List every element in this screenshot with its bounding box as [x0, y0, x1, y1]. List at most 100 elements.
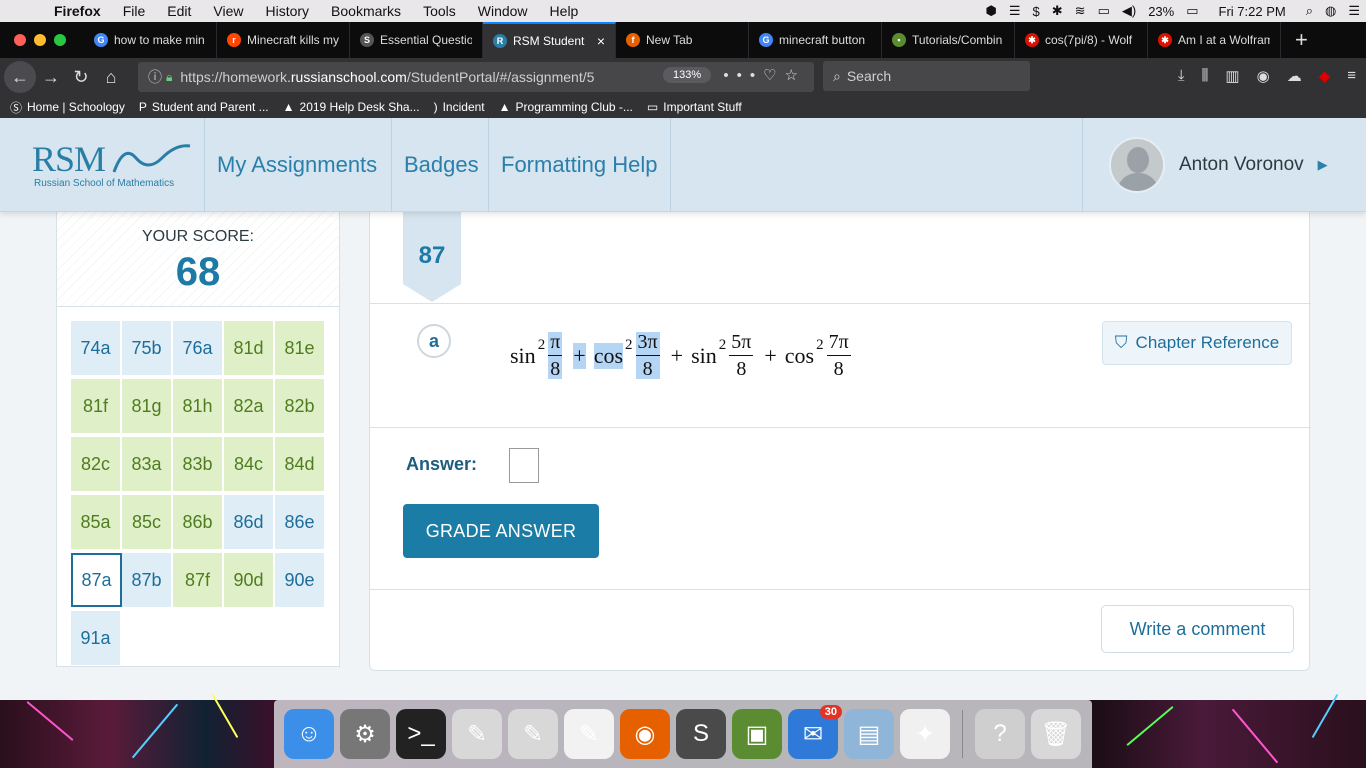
problem-cell-82c[interactable]: 82c [71, 437, 122, 491]
reload-button[interactable]: ↻ [66, 62, 96, 92]
tab-2[interactable]: S Essential Questio [350, 22, 483, 58]
dollar-icon[interactable]: $ [1027, 4, 1046, 19]
menu-bookmarks[interactable]: Bookmarks [320, 3, 412, 19]
dock-app-preview[interactable]: ✎ [452, 709, 502, 759]
pocket-icon[interactable]: ♡ [763, 67, 784, 84]
dock-app-firefox[interactable]: ◉ [620, 709, 670, 759]
page-actions-menu-icon[interactable]: ••• [723, 67, 763, 84]
dock-app-terminal[interactable]: >_ [396, 709, 446, 759]
info-icon[interactable]: ⓘ [148, 67, 162, 87]
problem-cell-81e[interactable]: 81e [275, 321, 326, 375]
new-tab-button[interactable]: + [1281, 27, 1322, 53]
problem-cell-81d[interactable]: 81d [224, 321, 275, 375]
notification-center-icon[interactable]: ☰ [1342, 3, 1366, 19]
extension-icon[interactable]: ☁ [1287, 67, 1302, 85]
search-bar[interactable]: ⌕ Search [823, 61, 1030, 91]
minimize-window-button[interactable] [34, 34, 46, 46]
problem-cell-87b[interactable]: 87b [122, 553, 173, 607]
bookmark-star-icon[interactable]: ☆ [785, 67, 806, 84]
problem-cell-87f[interactable]: 87f [173, 553, 224, 607]
close-window-button[interactable] [14, 34, 26, 46]
siri-icon[interactable]: ◍ [1319, 3, 1342, 19]
drive-icon[interactable]: ☰ [1003, 3, 1027, 19]
rsm-logo[interactable]: RSM Russian School of Mathematics [32, 138, 192, 194]
url-bar[interactable]: ⓘ 🔒︎ https://homework. russianschool.com /… [138, 62, 814, 92]
problem-cell-82b[interactable]: 82b [275, 379, 326, 433]
menu-edit[interactable]: Edit [156, 3, 202, 19]
problem-cell-75b[interactable]: 75b [122, 321, 173, 375]
problem-cell-86e[interactable]: 86e [275, 495, 326, 549]
problem-cell-81h[interactable]: 81h [173, 379, 224, 433]
dock-app-minecraft[interactable]: ▣ [732, 709, 782, 759]
menu-history[interactable]: History [254, 3, 320, 19]
problem-cell-81g[interactable]: 81g [122, 379, 173, 433]
spotlight-icon[interactable]: ⌕ [1300, 3, 1319, 19]
battery-percent[interactable]: 23% [1142, 4, 1180, 19]
home-button[interactable]: ⌂ [96, 62, 126, 92]
dock-app-help[interactable]: ? [975, 709, 1025, 759]
answer-input[interactable] [509, 448, 539, 483]
problem-cell-82a[interactable]: 82a [224, 379, 275, 433]
dock-app-finder[interactable]: ☺ [284, 709, 334, 759]
problem-cell-85a[interactable]: 85a [71, 495, 122, 549]
sidebar-icon[interactable]: ▥ [1225, 67, 1239, 85]
close-tab-icon[interactable]: × [597, 33, 605, 49]
problem-cell-74a[interactable]: 74a [71, 321, 122, 375]
grade-answer-button[interactable]: GRADE ANSWER [403, 504, 599, 558]
menu-window[interactable]: Window [467, 3, 539, 19]
ublock-icon[interactable]: ◆ [1319, 67, 1331, 85]
wifi-icon[interactable]: ≋ [1069, 3, 1092, 19]
chapter-reference-button[interactable]: ⛉ Chapter Reference [1102, 321, 1292, 365]
tab-8[interactable]: ✱ Am I at a Wolfram [1148, 22, 1281, 58]
clock[interactable]: Fri 7:22 PM [1205, 4, 1300, 19]
problem-cell-85c[interactable]: 85c [122, 495, 173, 549]
tab-3[interactable]: R RSM Student × [483, 22, 616, 58]
problem-cell-90e[interactable]: 90e [275, 553, 326, 607]
tab-7[interactable]: ✱ cos(7pi/8) - Wolf [1015, 22, 1148, 58]
menu-file[interactable]: File [112, 3, 157, 19]
dock-app-grapher[interactable]: ✦ [900, 709, 950, 759]
menu-icon[interactable]: ≡ [1347, 67, 1356, 85]
tab-5[interactable]: Gminecraft button [749, 22, 882, 58]
bluetooth-icon[interactable]: ✱ [1046, 3, 1069, 19]
nav-my-assignments[interactable]: My Assignments [204, 118, 389, 212]
problem-cell-87a[interactable]: 87a [71, 553, 122, 607]
dock-app-system-preferences[interactable]: ⚙ [340, 709, 390, 759]
dock-app-script-editor[interactable]: ✎ [508, 709, 558, 759]
nav-formatting-help[interactable]: Formatting Help [488, 118, 671, 212]
zoom-level[interactable]: 133% [663, 67, 712, 83]
tab-4[interactable]: f New Tab [616, 22, 749, 58]
problem-cell-86b[interactable]: 86b [173, 495, 224, 549]
dropbox-icon[interactable]: ⬢ [980, 3, 1003, 19]
problem-cell-83b[interactable]: 83b [173, 437, 224, 491]
problem-cell-84c[interactable]: 84c [224, 437, 275, 491]
battery-icon[interactable]: ▭ [1180, 3, 1204, 19]
tab-0[interactable]: Ghow to make min [84, 22, 217, 58]
problem-cell-86d[interactable]: 86d [224, 495, 275, 549]
bookmark-item[interactable]: ▲ Programming Club -... [499, 100, 633, 114]
dock-app-trash[interactable]: 🗑 [1031, 709, 1081, 759]
problem-cell-83a[interactable]: 83a [122, 437, 173, 491]
dock-app-textedit[interactable]: ✎ [564, 709, 614, 759]
lock-icon[interactable]: 🔒︎ [166, 70, 172, 85]
tab-6[interactable]: ▪ Tutorials/Combin [882, 22, 1015, 58]
zoom-window-button[interactable] [54, 34, 66, 46]
bookmark-item[interactable]: ▭ Important Stuff [647, 100, 742, 114]
menu-help[interactable]: Help [539, 3, 590, 19]
problem-cell-84d[interactable]: 84d [275, 437, 326, 491]
menu-view[interactable]: View [202, 3, 254, 19]
dock-app-image-capture[interactable]: ▤ [844, 709, 894, 759]
menu-tools[interactable]: Tools [412, 3, 467, 19]
account-icon[interactable]: ◉ [1257, 67, 1270, 85]
back-button[interactable]: ← [4, 61, 36, 93]
download-icon[interactable]: ⤓ [1178, 67, 1185, 85]
bookmark-item[interactable]: Ⓢ Home | Schoology [10, 99, 125, 116]
problem-cell-81f[interactable]: 81f [71, 379, 122, 433]
write-comment-button[interactable]: Write a comment [1101, 605, 1294, 653]
forward-button[interactable]: → [36, 62, 66, 92]
bookmark-item[interactable]: ) Incident [434, 100, 485, 114]
library-icon[interactable]: ⫼ [1202, 67, 1209, 85]
dock-app-sublime-text[interactable]: S [676, 709, 726, 759]
dock-app-airmail[interactable]: ✉ 30 [788, 705, 842, 759]
bookmark-item[interactable]: ▲ 2019 Help Desk Sha... [283, 100, 420, 114]
